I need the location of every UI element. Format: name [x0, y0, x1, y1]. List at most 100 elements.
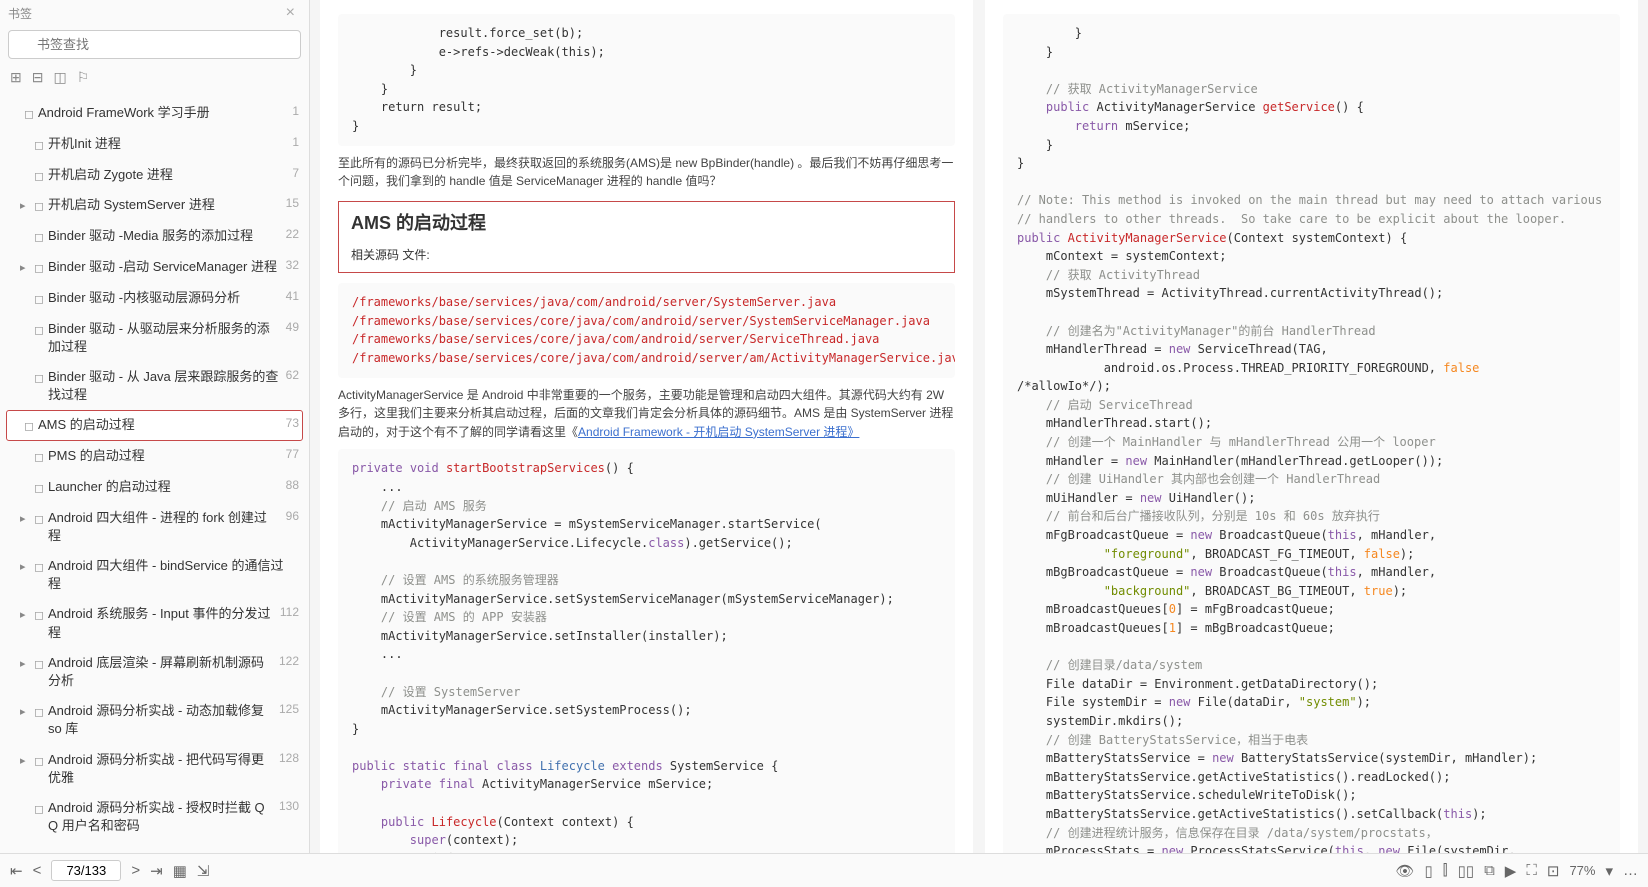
sidebar-item-label: Launcher 的启动过程 [48, 478, 171, 496]
sidebar-item-8[interactable]: ◻Binder 驱动 - 从 Java 层来跟踪服务的查找过程62 [6, 362, 303, 410]
sidebar-item-17[interactable]: ▸◻Android 源码分析实战 - 把代码写得更优雅128 [6, 745, 303, 793]
bookmark-icon: ◻ [34, 260, 44, 277]
chevron-icon[interactable]: ▸ [20, 512, 30, 527]
search-input[interactable] [8, 30, 301, 59]
subtitle: 相关源码 文件: [351, 246, 942, 265]
page-number: 49 [286, 320, 299, 334]
play-icon[interactable]: ▶ [1505, 862, 1517, 880]
chevron-icon[interactable]: ▸ [20, 560, 30, 575]
bookmark-icon: ◻ [34, 370, 44, 387]
bookmark2-icon[interactable]: ⚐ [77, 69, 90, 86]
export-icon[interactable]: ⇲ [197, 862, 210, 880]
prev-page-icon[interactable]: < [33, 862, 42, 879]
sidebar-item-label: Android 四大组件 - 进程的 fork 创建过程 [48, 509, 280, 545]
page-number: 77 [286, 447, 299, 461]
cross-link[interactable]: Android Framework - 开机启动 SystemServer 进程… [578, 425, 859, 439]
zoom-dropdown-icon[interactable]: ▾ [1605, 862, 1613, 880]
chevron-icon[interactable]: ▸ [20, 705, 30, 720]
bookmark-icon: ◻ [34, 511, 44, 528]
sidebar-item-13[interactable]: ▸◻Android 四大组件 - bindService 的通信过程 [6, 551, 303, 599]
collapse-icon[interactable]: ⊟ [32, 69, 44, 86]
next-page-icon[interactable]: > [131, 862, 140, 879]
sidebar-item-12[interactable]: ▸◻Android 四大组件 - 进程的 fork 创建过程96 [6, 503, 303, 551]
sidebar-item-label: Binder 驱动 - 从 Java 层来跟踪服务的查找过程 [48, 368, 280, 404]
chevron-icon[interactable]: ▸ [20, 608, 30, 623]
sidebar-item-18[interactable]: ◻Android 源码分析实战 - 授权时拦截 QQ 用户名和密码130 [6, 793, 303, 841]
chevron-icon[interactable]: ▸ [20, 261, 30, 276]
page-number: 41 [286, 289, 299, 303]
book-icon[interactable]: ⧉ [1484, 862, 1495, 879]
body-text: ActivityManagerService 是 Android 中非常重要的一… [338, 386, 955, 442]
close-icon[interactable]: × [280, 4, 301, 22]
sidebar-item-10[interactable]: ◻PMS 的启动过程 77 [6, 441, 303, 472]
page-number: 73 [286, 416, 299, 430]
page-number: 15 [286, 196, 299, 210]
sidebar-tab-label: 书签 [8, 5, 32, 22]
sidebar-item-label: AMS 的启动过程 [38, 416, 135, 434]
bookmark-icon: ◻ [24, 106, 34, 123]
sidebar-item-0[interactable]: ◻Android FrameWork 学习手册1 [6, 98, 303, 129]
bookmark-icon: ◻ [34, 322, 44, 339]
chevron-icon[interactable]: ▸ [20, 199, 30, 214]
layout-icon[interactable]: ▦ [173, 862, 187, 880]
page-number: 88 [286, 478, 299, 492]
sidebar-item-7[interactable]: ◻Binder 驱动 - 从驱动层来分析服务的添加过程49 [6, 314, 303, 362]
fit-icon[interactable]: ⊡ [1547, 862, 1560, 880]
file-list: /frameworks/base/services/java/com/andro… [338, 283, 955, 377]
single-page-icon[interactable]: ▯ [1424, 862, 1432, 880]
bookmarks-sidebar: 书签 × ⊞ ⊟ ◫ ⚐ ◻Android FrameWork 学习手册1◻开机… [0, 0, 310, 853]
page-title: AMS 的启动过程 [351, 210, 942, 238]
sidebar-item-2[interactable]: ◻开机启动 Zygote 进程 7 [6, 160, 303, 191]
sidebar-item-11[interactable]: ◻Launcher 的启动过程 88 [6, 472, 303, 503]
zoom-label[interactable]: 77% [1569, 863, 1595, 878]
bookmark-icon: ◻ [34, 656, 44, 673]
sidebar-item-6[interactable]: ◻Binder 驱动 -内核驱动层源码分析41 [6, 283, 303, 314]
bookmark-icon: ◻ [34, 168, 44, 185]
sidebar-item-label: 开机启动 Zygote 进程 [48, 166, 173, 184]
sidebar-item-1[interactable]: ◻开机Init 进程1 [6, 129, 303, 160]
page-left: result.force_set(b); e->refs->decWeak(th… [320, 0, 973, 853]
summary-text: 至此所有的源码已分析完毕，最终获取返回的系统服务(AMS)是 new BpBin… [338, 154, 955, 191]
bookmark-icon: ◻ [34, 137, 44, 154]
bookmark-icon: ◻ [34, 559, 44, 576]
bookmark-icon: ◻ [34, 449, 44, 466]
sidebar-item-14[interactable]: ▸◻Android 系统服务 - Input 事件的分发过程112 [6, 599, 303, 647]
sidebar-item-16[interactable]: ▸◻Android 源码分析实战 - 动态加载修复 so 库125 [6, 696, 303, 744]
fullscreen-icon[interactable]: ⛶ [1526, 862, 1537, 879]
sidebar-item-5[interactable]: ▸ ◻Binder 驱动 -启动 ServiceManager 进程 32 [6, 252, 303, 283]
sidebar-item-label: Binder 驱动 -启动 ServiceManager 进程 [48, 258, 277, 276]
sidebar-item-9[interactable]: ◻AMS 的启动过程 73 [6, 410, 303, 441]
add-icon[interactable]: ⊞ [10, 69, 22, 86]
two-page-icon[interactable]: ▯▯ [1458, 862, 1475, 880]
page-number: 7 [292, 166, 299, 180]
code-block: private void startBootstrapServices() { … [338, 449, 955, 853]
page-number: 1 [292, 104, 299, 118]
first-page-icon[interactable]: ⇤ [10, 862, 23, 880]
bookmark-icon: ◻ [34, 480, 44, 497]
page-number: 130 [279, 799, 299, 813]
sidebar-item-15[interactable]: ▸◻Android 底层渲染 - 屏幕刷新机制源码分析122 [6, 648, 303, 696]
last-page-icon[interactable]: ⇥ [150, 862, 163, 880]
more-icon[interactable]: … [1623, 862, 1638, 879]
page-number: 32 [286, 258, 299, 272]
chevron-icon[interactable]: ▸ [20, 754, 30, 769]
page-number: 22 [286, 227, 299, 241]
bookmark-icon: ◻ [34, 198, 44, 215]
sidebar-item-4[interactable]: ◻Binder 驱动 -Media 服务的添加过程22 [6, 221, 303, 252]
page-number: 112 [280, 605, 299, 619]
bookmark-icon[interactable]: ◫ [53, 69, 66, 86]
view-icon[interactable]: 👁 [1395, 862, 1414, 880]
sidebar-item-label: PMS 的启动过程 [48, 447, 145, 465]
sidebar-item-label: Binder 驱动 -内核驱动层源码分析 [48, 289, 240, 307]
bookmark-icon: ◻ [24, 418, 34, 435]
page-input[interactable] [51, 860, 121, 881]
sidebar-item-3[interactable]: ▸◻开机启动 SystemServer 进程15 [6, 190, 303, 221]
sidebar-item-label: Android 底层渲染 - 屏幕刷新机制源码分析 [48, 654, 273, 690]
status-bar: ⇤ < > ⇥ ▦ ⇲ 👁 ▯ ⫿ ▯▯ ⧉ ▶ ⛶ ⊡ 77% ▾ … [0, 853, 1648, 887]
bookmark-icon: ◻ [34, 607, 44, 624]
sidebar-item-label: Android 源码分析实战 - 把代码写得更优雅 [48, 751, 273, 787]
chevron-icon[interactable]: ▸ [20, 657, 30, 672]
scroll-icon[interactable]: ⫿ [1443, 862, 1448, 879]
bookmark-icon: ◻ [34, 704, 44, 721]
page-number: 1 [292, 135, 299, 149]
